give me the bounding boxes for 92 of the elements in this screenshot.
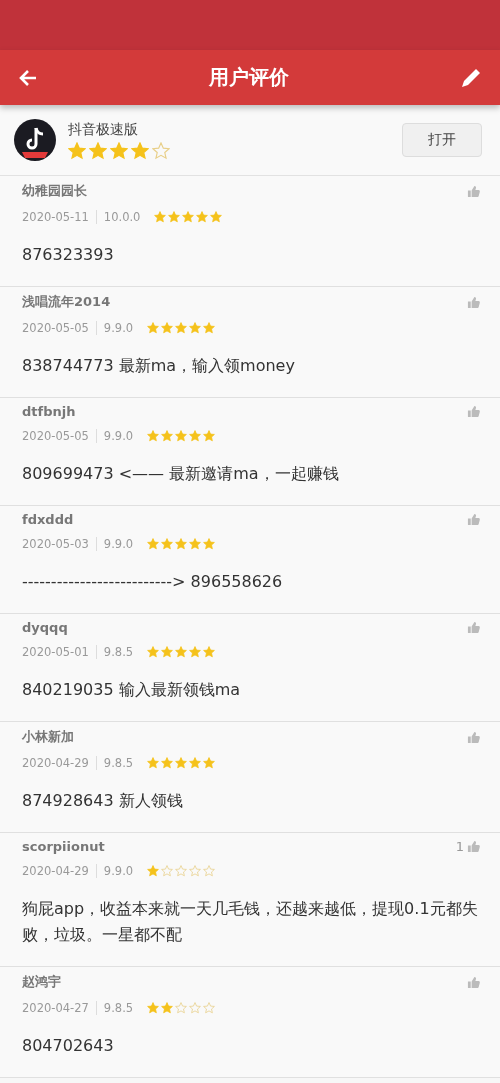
star-icon [210,211,223,223]
star-icon [89,141,107,160]
star-icon [189,757,202,769]
review-text: 840219035 输入最新领钱ma [22,679,242,701]
empty-star-icon [189,1002,202,1014]
empty-star-icon [203,865,216,877]
review-date: 2020-05-01 [22,645,97,659]
review-text: 804702643 [22,1035,115,1057]
star-icon [203,646,216,658]
review-text: 874928643 新人领钱 [22,790,184,812]
star-icon [161,757,174,769]
star-icon [189,322,202,334]
user-name: dyqqq [22,620,68,635]
empty-star-icon [203,1002,216,1014]
thumbs-up-icon[interactable] [467,621,480,634]
star-icon [203,430,216,442]
star-icon [189,538,202,550]
review-text: 838744773 最新ma，输入领money [22,355,296,377]
user-name: scorpiionut [22,839,105,854]
thumbs-up-icon[interactable] [467,295,480,309]
empty-star-icon [175,865,188,877]
review-text: 876323393 [22,244,115,266]
star-icon [110,141,128,160]
review-date: 2020-05-03 [22,537,97,551]
user-name: 赵鸿宇 [22,973,61,991]
star-icon [161,430,174,442]
star-icon [196,211,209,223]
star-icon [147,757,160,769]
app-version: 9.8.5 [103,756,134,770]
star-icon [189,430,202,442]
user-name: dtfbnjh [22,404,76,419]
star-icon [154,211,167,223]
star-icon [147,538,160,550]
empty-star-icon [152,141,170,160]
user-name: 幼稚园园长 [22,182,87,200]
review-text: --------------------------> 896558626 [22,571,284,593]
star-icon [147,322,160,334]
app-name: 抖音极速版 [68,120,139,139]
review-text: 狗屁app，收益本来就一天几毛钱，还越来越低，提现0.1元都失败，垃圾。一星都不配 [22,898,479,946]
empty-star-icon [161,865,174,877]
star-icon [175,646,188,658]
review-date: 2020-04-27 [22,1001,97,1015]
review-date: 2020-05-05 [22,429,97,443]
review-date: 2020-04-29 [22,756,97,770]
like-count: 1 [455,839,464,854]
star-icon [161,646,174,658]
thumbs-up-icon[interactable] [467,405,480,418]
star-icon [189,646,202,658]
thumbs-up-icon[interactable] [467,840,480,853]
star-icon [175,322,188,334]
back-arrow-icon[interactable] [18,67,38,88]
star-icon [68,141,86,160]
app-version: 9.9.0 [103,537,134,551]
star-icon [182,211,195,223]
star-icon [203,538,216,550]
star-icon [203,322,216,334]
thumbs-up-icon[interactable] [467,513,480,526]
user-name: 小林新加 [22,728,74,746]
empty-star-icon [189,865,202,877]
review-date: 2020-05-05 [22,321,97,335]
page-title: 用户评价 [209,64,289,91]
star-icon [161,322,174,334]
app-version: 9.9.0 [103,321,134,335]
app-version: 10.0.0 [103,210,141,224]
app-version: 9.8.5 [103,645,134,659]
star-icon [147,1002,160,1014]
star-icon [161,1002,174,1014]
star-icon [147,865,160,877]
pencil-icon[interactable] [460,66,482,89]
review-date: 2020-05-11 [22,210,97,224]
app-logo-icon [14,119,56,161]
thumbs-up-icon[interactable] [467,975,480,989]
star-icon [175,538,188,550]
star-icon [131,141,149,160]
star-icon [147,646,160,658]
thumbs-up-icon[interactable] [467,730,480,744]
star-icon [147,430,160,442]
star-icon [175,430,188,442]
star-icon [168,211,181,223]
app-version: 9.8.5 [103,1001,134,1015]
app-version: 9.9.0 [103,429,134,443]
app-version: 9.9.0 [103,864,134,878]
user-name: 浅唱流年2014 [22,293,111,311]
thumbs-up-icon[interactable] [467,184,480,198]
star-icon [161,538,174,550]
empty-star-icon [175,1002,188,1014]
review-date: 2020-04-29 [22,864,97,878]
star-icon [175,757,188,769]
review-text: 809699473 <—— 最新邀请ma，一起赚钱 [22,463,340,485]
open-button[interactable]: 打开 [402,123,482,157]
star-icon [203,757,216,769]
user-name: fdxddd [22,512,74,527]
